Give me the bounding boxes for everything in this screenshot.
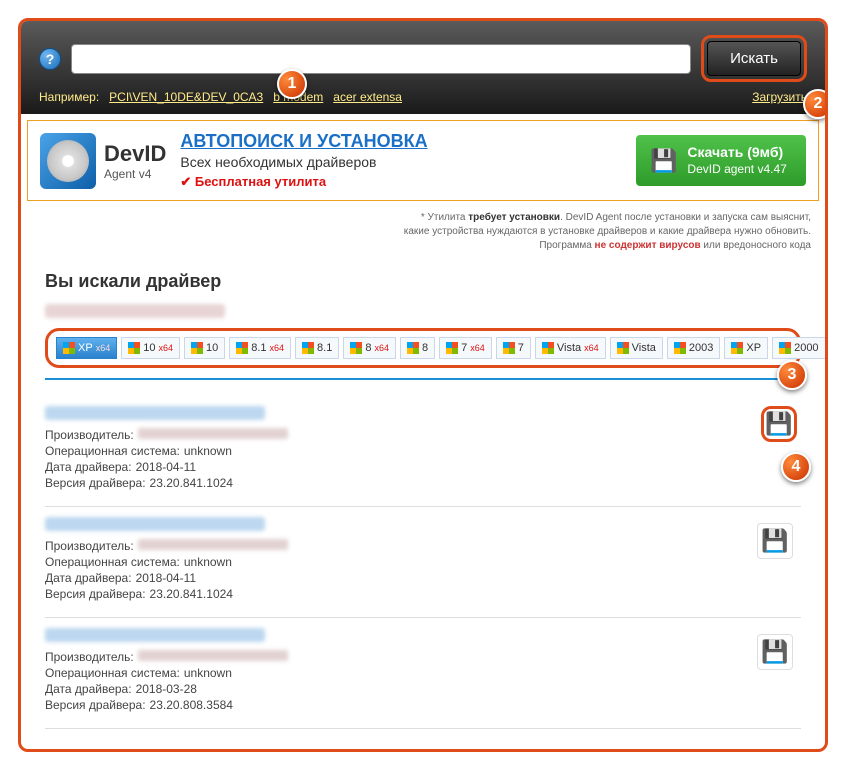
windows-icon xyxy=(236,342,248,354)
label-version: Версия драйвера: xyxy=(45,698,146,712)
promo-headline[interactable]: АВТОПОИСК И УСТАНОВКА xyxy=(180,131,622,152)
results-heading: Вы искали драйвер xyxy=(45,271,801,292)
download-top: Скачать (9мб) xyxy=(687,144,783,160)
save-icon: 💾 xyxy=(650,148,677,174)
annotation-marker-3: 3 xyxy=(777,360,807,390)
label-manufacturer: Производитель: xyxy=(45,428,134,442)
label-manufacturer: Производитель: xyxy=(45,650,134,664)
os-tab-8-1-x64[interactable]: 8.1x64 xyxy=(229,337,291,359)
result-item: Производитель: Операционная система: unkno… xyxy=(45,507,801,618)
examples-row: Например: PCI\VEN_10DE&DEV_0CA3 b modem … xyxy=(39,90,807,104)
windows-icon xyxy=(731,342,743,354)
os-tab-10[interactable]: 10 xyxy=(184,337,225,359)
search-button[interactable]: Искать xyxy=(707,41,801,76)
example-link[interactable]: PCI\VEN_10DE&DEV_0CA3 xyxy=(109,90,263,104)
annotation-marker-4: 4 xyxy=(781,452,811,482)
divider xyxy=(45,378,801,380)
value-date: 2018-04-11 xyxy=(136,571,197,585)
windows-icon xyxy=(63,342,75,354)
value-os: unknown xyxy=(184,666,232,680)
os-tab-7[interactable]: 7 xyxy=(496,337,531,359)
blurred-query xyxy=(45,304,225,318)
label-version: Версия драйвера: xyxy=(45,587,146,601)
topbar: ? Искать 1 2 Например: PCI\VEN_10DE&DEV_… xyxy=(21,21,825,114)
value-version: 23.20.808.3584 xyxy=(150,698,233,712)
windows-icon xyxy=(503,342,515,354)
example-label: Например: xyxy=(39,90,99,104)
floppy-icon: 💾 xyxy=(765,411,792,437)
label-date: Дата драйвера: xyxy=(45,460,132,474)
content: Вы искали драйвер XPx6410x64108.1x648.18… xyxy=(21,261,825,749)
os-tab-Vista[interactable]: Vista xyxy=(610,337,663,359)
floppy-icon: 💾 xyxy=(761,528,788,554)
floppy-icon: 💾 xyxy=(761,639,788,665)
download-bottom: DevID agent v4.47 xyxy=(687,162,786,176)
example-link[interactable]: acer extensa xyxy=(333,90,402,104)
os-tab-Vista-x64[interactable]: Vistax64 xyxy=(535,337,606,359)
label-os: Операционная система: xyxy=(45,555,180,569)
label-date: Дата драйвера: xyxy=(45,571,132,585)
save-driver-button[interactable]: 💾 xyxy=(757,634,793,670)
os-tab-8[interactable]: 8 xyxy=(400,337,435,359)
value-date: 2018-03-28 xyxy=(136,682,197,696)
result-title-blurred xyxy=(45,628,265,642)
search-input[interactable] xyxy=(71,44,691,74)
windows-icon xyxy=(302,342,314,354)
value-os: unknown xyxy=(184,444,232,458)
windows-icon xyxy=(779,342,791,354)
save-driver-button[interactable]: 💾 xyxy=(757,523,793,559)
results-list: Производитель: Операционная система: unkno… xyxy=(45,396,801,729)
help-icon[interactable]: ? xyxy=(39,48,61,70)
windows-icon xyxy=(617,342,629,354)
save-driver-button[interactable]: 💾 xyxy=(761,406,797,442)
disclaimer: * Утилита требует установки. DevID Agent… xyxy=(21,207,825,261)
windows-icon xyxy=(191,342,203,354)
annotation-marker-1: 1 xyxy=(277,69,307,99)
download-button[interactable]: 💾 Скачать (9мб) DevID agent v4.47 xyxy=(636,135,806,185)
value-blurred xyxy=(138,539,288,550)
promo-free: Бесплатная утилита xyxy=(180,174,622,190)
label-version: Версия драйвера: xyxy=(45,476,146,490)
agent-version: Agent v4 xyxy=(104,167,166,181)
value-os: unknown xyxy=(184,555,232,569)
windows-icon xyxy=(446,342,458,354)
os-tab-2003[interactable]: 2003 xyxy=(667,337,720,359)
os-tab-2000[interactable]: 2000 xyxy=(772,337,825,359)
value-version: 23.20.841.1024 xyxy=(150,587,233,601)
os-tabs: XPx6410x64108.1x648.18x6487x647Vistax64V… xyxy=(45,328,801,368)
os-tab-10-x64[interactable]: 10x64 xyxy=(121,337,180,359)
result-item: Производитель: Операционная система: unkno… xyxy=(45,618,801,729)
value-blurred xyxy=(138,650,288,661)
result-item: Производитель: Операционная система: unkno… xyxy=(45,396,801,507)
os-tab-7-x64[interactable]: 7x64 xyxy=(439,337,492,359)
label-date: Дата драйвера: xyxy=(45,682,132,696)
annotation-marker-2: 2 xyxy=(803,89,828,119)
brand-name: DevID xyxy=(104,141,166,167)
label-os: Операционная система: xyxy=(45,666,180,680)
promo-sub: Всех необходимых драйверов xyxy=(180,154,622,170)
upload-link[interactable]: Загрузить xyxy=(752,90,807,104)
windows-icon xyxy=(350,342,362,354)
windows-icon xyxy=(542,342,554,354)
windows-icon xyxy=(407,342,419,354)
windows-icon xyxy=(674,342,686,354)
promo-banner: DevID Agent v4 АВТОПОИСК И УСТАНОВКА Все… xyxy=(27,120,819,201)
result-title-blurred xyxy=(45,517,265,531)
os-tab-XP-x64[interactable]: XPx64 xyxy=(56,337,117,359)
value-blurred xyxy=(138,428,288,439)
value-date: 2018-04-11 xyxy=(136,460,197,474)
promo-logo: DevID Agent v4 xyxy=(40,133,166,189)
result-title-blurred xyxy=(45,406,265,420)
label-os: Операционная система: xyxy=(45,444,180,458)
label-manufacturer: Производитель: xyxy=(45,539,134,553)
page-frame: ? Искать 1 2 Например: PCI\VEN_10DE&DEV_… xyxy=(18,18,828,752)
value-version: 23.20.841.1024 xyxy=(150,476,233,490)
os-tab-8-1[interactable]: 8.1 xyxy=(295,337,339,359)
windows-icon xyxy=(128,342,140,354)
os-tab-XP[interactable]: XP xyxy=(724,337,768,359)
os-tab-8-x64[interactable]: 8x64 xyxy=(343,337,396,359)
disk-icon xyxy=(40,133,96,189)
